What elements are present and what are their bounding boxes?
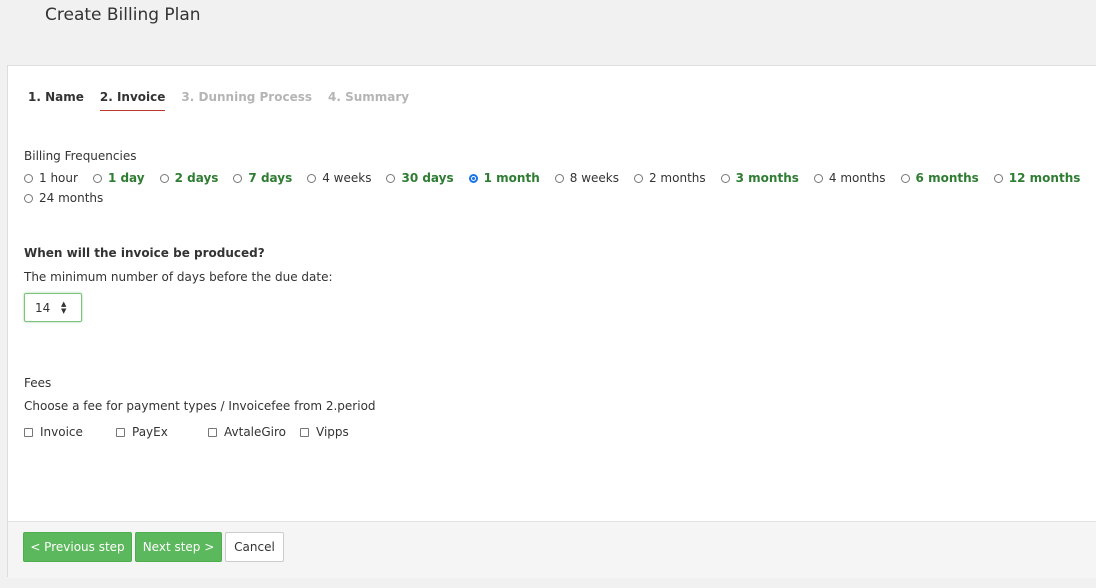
frequency-option-label: 7 days [248,171,293,185]
tab-invoice[interactable]: 2. Invoice [99,90,166,111]
min-days-stepper[interactable]: 14 ▲ ▼ [24,293,82,322]
frequency-option-label: 2 months [648,171,706,185]
wizard-footer: < Previous step Next step > Cancel [8,521,1096,578]
frequency-option-1-hour[interactable]: 1 hour [24,171,78,185]
frequency-option-label: 12 months [1008,171,1081,185]
frequency-option-label: 3 months [735,171,799,185]
radio-button[interactable] [813,173,823,183]
fees-description: Choose a fee for payment types / Invoice… [24,399,376,413]
min-days-value: 14 [35,300,51,315]
radio-button[interactable] [993,173,1003,183]
radio-button[interactable] [159,173,169,183]
checkbox[interactable] [116,427,125,437]
radio-button[interactable] [24,173,33,183]
frequency-option-4-weeks[interactable]: 4 weeks [307,171,371,185]
frequency-option-24-months[interactable]: 24 months [24,191,103,205]
frequency-option-label: 8 weeks [569,171,619,185]
page-title: Create Billing Plan [45,5,201,25]
fee-option-label: Invoice [40,425,83,439]
billing-frequency-row-2: 24 months [24,191,117,205]
frequency-option-label: 4 weeks [322,171,372,185]
stepper-arrows[interactable]: ▲ ▼ [61,300,66,315]
checkbox[interactable] [208,427,217,437]
frequency-option-label: 1 day [107,171,145,185]
frequency-option-2-months[interactable]: 2 months [633,171,706,185]
frequency-option-7-days[interactable]: 7 days [233,171,292,185]
next-step-button[interactable]: Next step > [135,532,222,562]
fee-option-label: AvtaleGiro [224,425,287,439]
radio-button[interactable] [386,173,396,183]
min-days-label: The minimum number of days before the du… [24,270,333,284]
fee-options: Invoice PayEx AvtaleGiro Vipps [24,425,349,439]
fee-option-invoice[interactable]: Invoice [24,425,116,439]
radio-button[interactable] [92,173,102,183]
invoice-production-question: When will the invoice be produced? [24,246,265,260]
frequency-option-label: 4 months [828,171,886,185]
cancel-button[interactable]: Cancel [225,532,284,562]
frequency-option-label: 2 days [174,171,219,185]
fee-option-payex[interactable]: PayEx [116,425,208,439]
frequency-option-12-months[interactable]: 12 months [993,171,1081,185]
billing-frequencies-label: Billing Frequencies [24,149,137,163]
fees-label: Fees [24,376,52,390]
frequency-option-6-months[interactable]: 6 months [900,171,979,185]
frequency-option-3-months[interactable]: 3 months [720,171,799,185]
frequency-option-8-weeks[interactable]: 8 weeks [554,171,619,185]
frequency-option-1-month[interactable]: 1 month [468,171,540,185]
radio-button[interactable] [233,173,243,183]
fee-option-avtalegiro[interactable]: AvtaleGiro [208,425,300,439]
radio-button[interactable] [307,173,317,183]
wizard-tabs: 1. Name 2. Invoice 3. Dunning Process 4.… [28,90,425,111]
fee-option-label: PayEx [132,425,168,439]
radio-button[interactable] [554,173,564,183]
billing-frequency-row-1: 1 hour 1 day 2 days 7 days 4 weeks 30 da… [24,171,1080,185]
checkbox[interactable] [300,427,309,437]
radio-button[interactable] [900,173,910,183]
fee-option-vipps[interactable]: Vipps [300,425,349,439]
fee-option-label: Vipps [316,425,349,439]
tab-summary: 4. Summary [328,90,410,104]
frequency-option-4-months[interactable]: 4 months [813,171,886,185]
frequency-option-label: 1 month [483,171,540,185]
frequency-option-label: 6 months [915,171,979,185]
billing-plan-card: 1. Name 2. Invoice 3. Dunning Process 4.… [7,65,1096,578]
frequency-option-label: 30 days [401,171,454,185]
frequency-option-label: 24 months [39,191,104,205]
tab-name[interactable]: 1. Name [28,90,84,111]
frequency-option-30-days[interactable]: 30 days [386,171,454,185]
radio-button[interactable] [720,173,730,183]
radio-button[interactable] [24,193,33,203]
radio-button-selected[interactable] [468,173,478,183]
checkbox[interactable] [24,427,33,437]
frequency-option-label: 1 hour [39,171,78,185]
previous-step-button[interactable]: < Previous step [23,532,132,562]
tab-dunning-process: 3. Dunning Process [181,90,312,104]
radio-button[interactable] [633,173,643,183]
frequency-option-1-day[interactable]: 1 day [92,171,145,185]
frequency-option-2-days[interactable]: 2 days [159,171,219,185]
chevron-down-icon[interactable]: ▼ [61,307,66,315]
